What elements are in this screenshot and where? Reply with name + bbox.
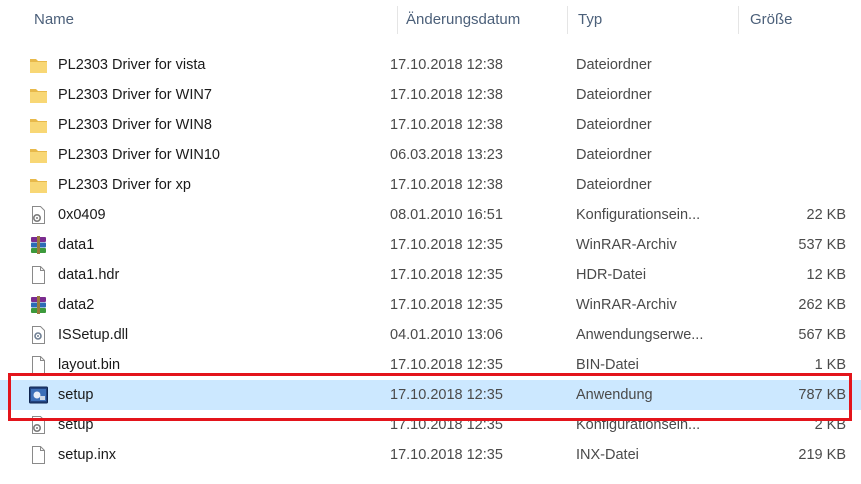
file-name: setup.inx xyxy=(58,447,117,463)
file-date: 17.10.2018 12:35 xyxy=(390,417,503,433)
file-date: 17.10.2018 12:38 xyxy=(390,117,503,133)
file-type: Dateiordner xyxy=(576,87,652,103)
blank-file-icon xyxy=(29,266,48,284)
column-divider[interactable] xyxy=(738,6,739,34)
file-size: 537 KB xyxy=(798,237,846,253)
file-size: 12 KB xyxy=(806,267,847,283)
folder-icon xyxy=(29,56,48,74)
file-name: PL2303 Driver for WIN7 xyxy=(58,87,212,103)
file-type: HDR-Datei xyxy=(576,267,647,283)
file-name: 0x0409 xyxy=(58,207,106,223)
column-header-name[interactable]: Name xyxy=(34,0,74,40)
file-type: WinRAR-Archiv xyxy=(576,237,677,253)
file-date: 17.10.2018 12:35 xyxy=(390,297,503,313)
file-row[interactable]: data1.hdr 17.10.2018 12:35 HDR-Datei 12 KB xyxy=(0,260,861,290)
file-row[interactable]: setup.inx 17.10.2018 12:35 INX-Datei 219 KB xyxy=(0,440,861,470)
column-header-date[interactable]: Änderungsdatum xyxy=(406,0,520,40)
winrar-archive-icon xyxy=(29,236,48,254)
file-name: PL2303 Driver for WIN8 xyxy=(58,117,212,133)
file-date: 17.10.2018 12:35 xyxy=(390,237,503,253)
folder-icon xyxy=(29,176,48,194)
blank-file-icon xyxy=(29,356,48,374)
file-date: 17.10.2018 12:35 xyxy=(390,387,503,403)
file-size: 1 KB xyxy=(814,357,846,373)
file-size: 22 KB xyxy=(806,207,847,223)
file-date: 17.10.2018 12:38 xyxy=(390,177,503,193)
config-file-icon xyxy=(29,416,48,434)
file-row[interactable]: setup 17.10.2018 12:35 Konfigurationsein..… xyxy=(0,410,861,440)
file-row[interactable]: PL2303 Driver for WIN10 06.03.2018 13:23 D… xyxy=(0,140,861,170)
file-name: PL2303 Driver for WIN10 xyxy=(58,147,220,163)
file-type: BIN-Datei xyxy=(576,357,639,373)
column-header-size[interactable]: Größe xyxy=(750,0,793,40)
file-size: 787 KB xyxy=(798,387,846,403)
file-type: Dateiordner xyxy=(576,117,652,133)
column-header-type[interactable]: Typ xyxy=(578,0,602,40)
dll-file-icon xyxy=(29,326,48,344)
file-type: Konfigurationsein... xyxy=(576,417,701,433)
file-name: setup xyxy=(58,417,94,433)
file-size xyxy=(746,170,846,200)
file-name: PL2303 Driver for xp xyxy=(58,177,191,193)
file-row[interactable]: 0x0409 08.01.2010 16:51 Konfigurationsein.… xyxy=(0,200,861,230)
file-row-selected[interactable]: setup 17.10.2018 12:35 Anwendung 787 KB xyxy=(0,380,861,410)
file-row[interactable]: PL2303 Driver for WIN8 17.10.2018 12:38 Da… xyxy=(0,110,861,140)
file-date: 06.03.2018 13:23 xyxy=(390,147,503,163)
column-header-bar: Name Änderungsdatum Typ Größe xyxy=(0,0,861,40)
file-row[interactable]: PL2303 Driver for WIN7 17.10.2018 12:38 Da… xyxy=(0,80,861,110)
file-name: layout.bin xyxy=(58,357,121,373)
file-date: 17.10.2018 12:35 xyxy=(390,447,503,463)
setup-app-icon xyxy=(29,386,48,404)
folder-icon xyxy=(29,86,48,104)
file-size xyxy=(746,50,846,80)
file-date: 04.01.2010 13:06 xyxy=(390,327,503,343)
blank-file-icon xyxy=(29,446,48,464)
file-type: Anwendungserwe... xyxy=(576,327,704,343)
file-size: 262 KB xyxy=(798,297,846,313)
file-size xyxy=(746,80,846,110)
file-name: data2 xyxy=(58,297,95,313)
file-size: 219 KB xyxy=(798,447,846,463)
file-row[interactable]: data1 17.10.2018 12:35 WinRAR-Archiv 537 KB xyxy=(0,230,861,260)
folder-icon xyxy=(29,116,48,134)
file-size: 567 KB xyxy=(798,327,846,343)
file-type: Anwendung xyxy=(576,387,653,403)
file-row[interactable]: PL2303 Driver for xp 17.10.2018 12:38 Date… xyxy=(0,170,861,200)
file-row[interactable]: data2 17.10.2018 12:35 WinRAR-Archiv 262 KB xyxy=(0,290,861,320)
file-name: ISSetup.dll xyxy=(58,327,129,343)
file-date: 08.01.2010 16:51 xyxy=(390,207,503,223)
config-file-icon xyxy=(29,206,48,224)
file-date: 17.10.2018 12:35 xyxy=(390,357,503,373)
winrar-archive-icon xyxy=(29,296,48,314)
file-name: data1.hdr xyxy=(58,267,120,283)
file-name: data1 xyxy=(58,237,95,253)
file-size xyxy=(746,110,846,140)
file-type: Dateiordner xyxy=(576,57,652,73)
file-date: 17.10.2018 12:38 xyxy=(390,87,503,103)
file-size: 2 KB xyxy=(814,417,846,433)
file-type: INX-Datei xyxy=(576,447,639,463)
file-type: Dateiordner xyxy=(576,177,652,193)
file-type: Dateiordner xyxy=(576,147,652,163)
file-row[interactable]: ISSetup.dll 04.01.2010 13:06 Anwendungserw… xyxy=(0,320,861,350)
column-divider[interactable] xyxy=(397,6,398,34)
file-type: Konfigurationsein... xyxy=(576,207,701,223)
column-divider[interactable] xyxy=(567,6,568,34)
file-row[interactable]: layout.bin 17.10.2018 12:35 BIN-Datei 1 KB xyxy=(0,350,861,380)
file-type: WinRAR-Archiv xyxy=(576,297,677,313)
file-date: 17.10.2018 12:35 xyxy=(390,267,503,283)
file-name: PL2303 Driver for vista xyxy=(58,57,206,73)
file-date: 17.10.2018 12:38 xyxy=(390,57,503,73)
folder-icon xyxy=(29,146,48,164)
file-size xyxy=(746,140,846,170)
file-name: setup xyxy=(58,387,94,403)
file-row[interactable]: PL2303 Driver for vista 17.10.2018 12:38 D… xyxy=(0,50,861,80)
